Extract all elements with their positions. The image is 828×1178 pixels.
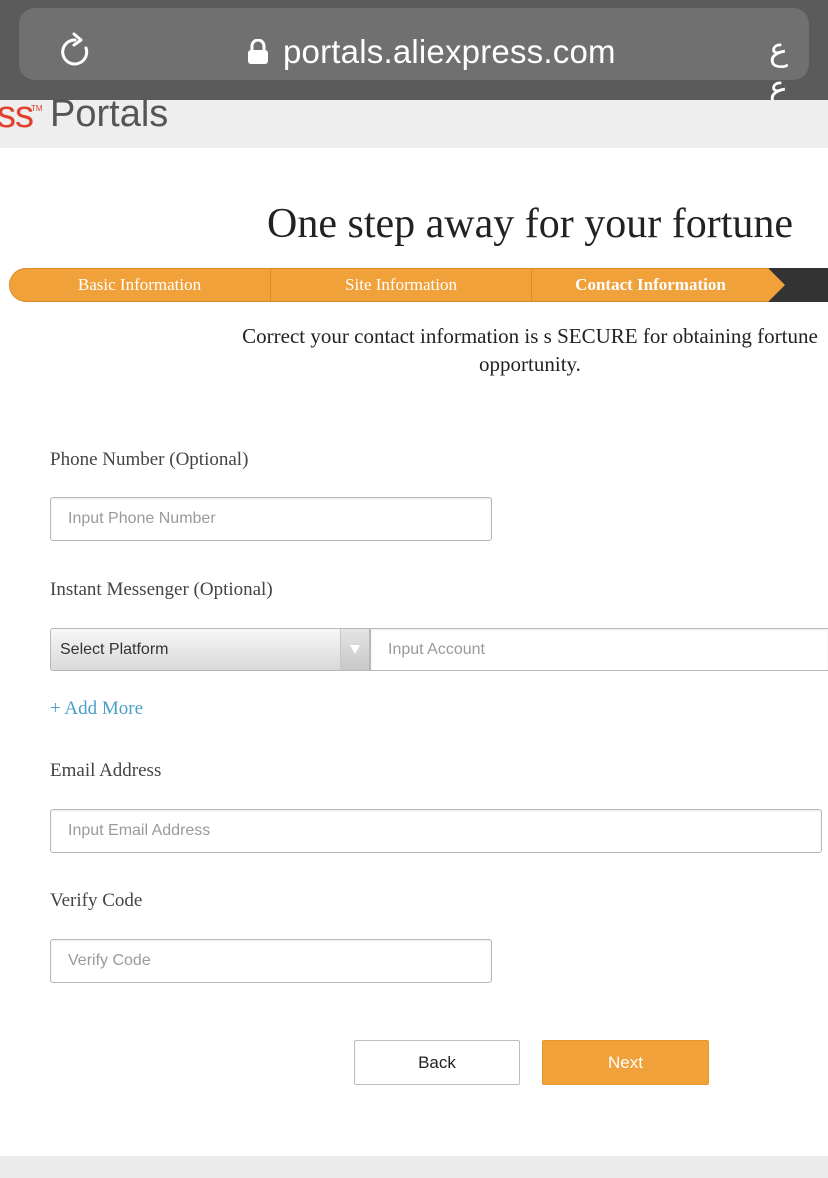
step-contact-information: Contact Information: [575, 275, 726, 294]
email-input[interactable]: [50, 809, 822, 853]
verify-code-input[interactable]: [50, 939, 492, 983]
intro-text: Correct your contact information is s SE…: [242, 324, 818, 376]
add-more-link[interactable]: + Add More: [50, 698, 143, 720]
footer: [0, 1156, 828, 1178]
url-display[interactable]: portals.aliexpress.com: [247, 28, 616, 76]
email-label: Email Address: [50, 760, 162, 781]
messenger-label: Instant Messenger (Optional): [50, 579, 273, 600]
reload-icon[interactable]: [55, 32, 95, 72]
address-bar[interactable]: portals.aliexpress.com ع ع: [19, 8, 809, 106]
step-basic-information: Basic Information: [9, 268, 271, 302]
step-arrow-icon: [769, 269, 785, 301]
next-button[interactable]: Next: [542, 1040, 709, 1085]
site-header: ss TM Portals: [0, 93, 828, 148]
portals-logo-text: Portals: [50, 93, 169, 135]
account-input[interactable]: [370, 628, 828, 671]
browser-toolbar: portals.aliexpress.com ع ع: [0, 0, 828, 106]
phone-label: Phone Number (Optional): [50, 449, 249, 470]
phone-input[interactable]: [50, 497, 492, 541]
lock-icon: [248, 39, 268, 64]
page-title: One step away for your fortune: [267, 201, 793, 247]
platform-select[interactable]: Select Platform: [50, 628, 370, 671]
progress-steps: Basic Information Site Information Conta…: [9, 268, 828, 302]
url-text: portals.aliexpress.com: [283, 33, 616, 70]
platform-select-value: Select Platform: [60, 640, 169, 658]
back-button[interactable]: Back: [354, 1040, 520, 1085]
verify-code-label: Verify Code: [50, 890, 143, 911]
step-site-information: Site Information: [271, 268, 532, 302]
chevron-down-icon[interactable]: [340, 629, 369, 670]
reader-mode-icon[interactable]: ع ع: [769, 30, 809, 106]
trademark-mark: TM: [31, 104, 43, 113]
aliexpress-logo[interactable]: ss: [0, 94, 34, 137]
